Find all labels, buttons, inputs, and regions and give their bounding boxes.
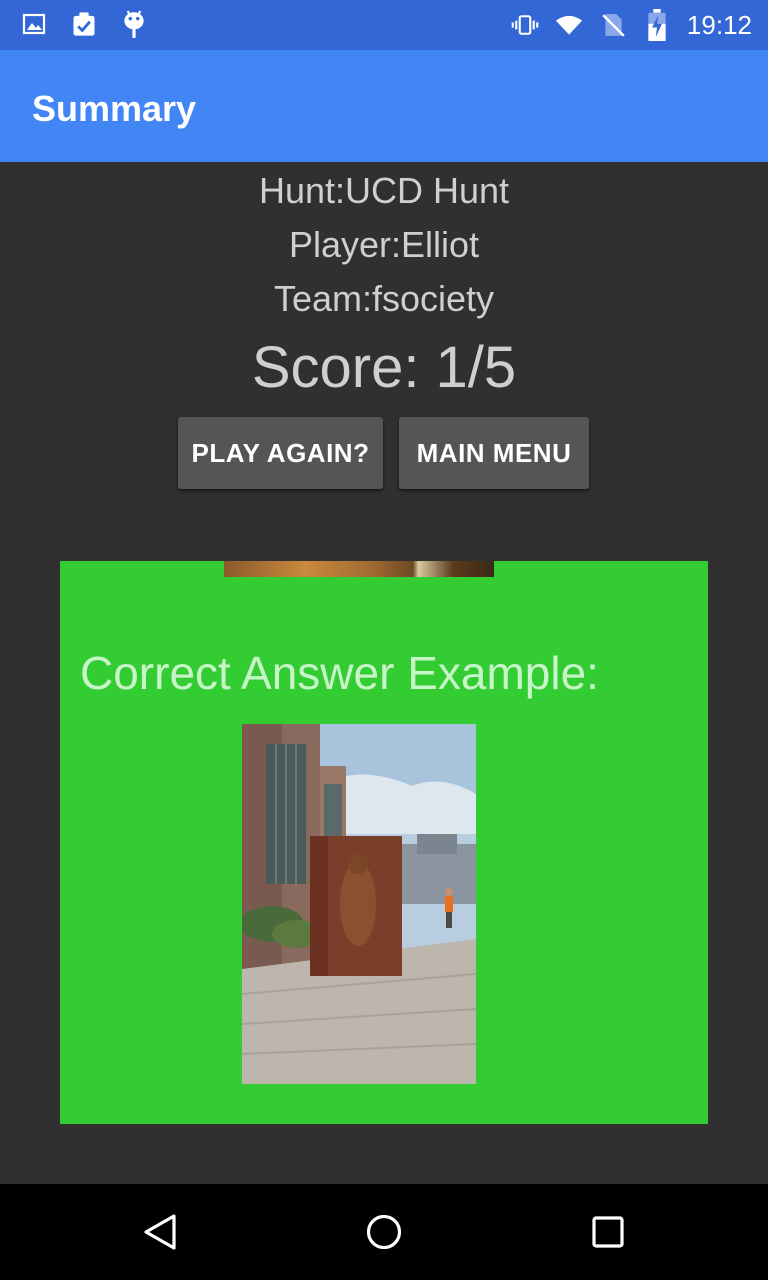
status-time: 19:12 bbox=[686, 10, 752, 40]
back-icon[interactable] bbox=[140, 1212, 180, 1252]
recents-icon[interactable] bbox=[588, 1212, 628, 1252]
notification-icons bbox=[20, 8, 148, 40]
android-debug-icon bbox=[120, 8, 148, 40]
no-sim-icon bbox=[599, 9, 627, 41]
play-again-button[interactable]: PLAY AGAIN? bbox=[178, 417, 383, 489]
hunt-label: Hunt:UCD Hunt bbox=[258, 170, 510, 211]
answer-card: Correct Answer Example: bbox=[60, 561, 708, 1124]
previous-image-edge bbox=[224, 561, 494, 577]
correct-answer-heading: Correct Answer Example: bbox=[80, 647, 599, 699]
summary-content: Hunt:UCD Hunt Player:Elliot Team:fsociet… bbox=[0, 162, 768, 1184]
vibrate-icon bbox=[511, 9, 539, 41]
clipboard-check-icon bbox=[70, 8, 98, 40]
gallery-icon bbox=[20, 8, 48, 40]
score-label: Score: 1/5 bbox=[251, 335, 517, 400]
main-menu-button[interactable]: MAIN MENU bbox=[399, 417, 589, 489]
app-bar: Summary bbox=[0, 50, 768, 162]
battery-charging-icon bbox=[643, 9, 671, 41]
home-icon[interactable] bbox=[364, 1212, 404, 1252]
status-bar: 19:12 bbox=[0, 0, 768, 50]
team-label: Team:fsociety bbox=[273, 278, 495, 319]
player-label: Player:Elliot bbox=[288, 224, 480, 265]
correct-answer-photo bbox=[242, 724, 476, 1084]
app-title: Summary bbox=[32, 88, 197, 129]
navigation-bar bbox=[0, 1184, 768, 1280]
wifi-icon bbox=[555, 9, 583, 41]
system-icons: 19:12 bbox=[511, 8, 752, 42]
